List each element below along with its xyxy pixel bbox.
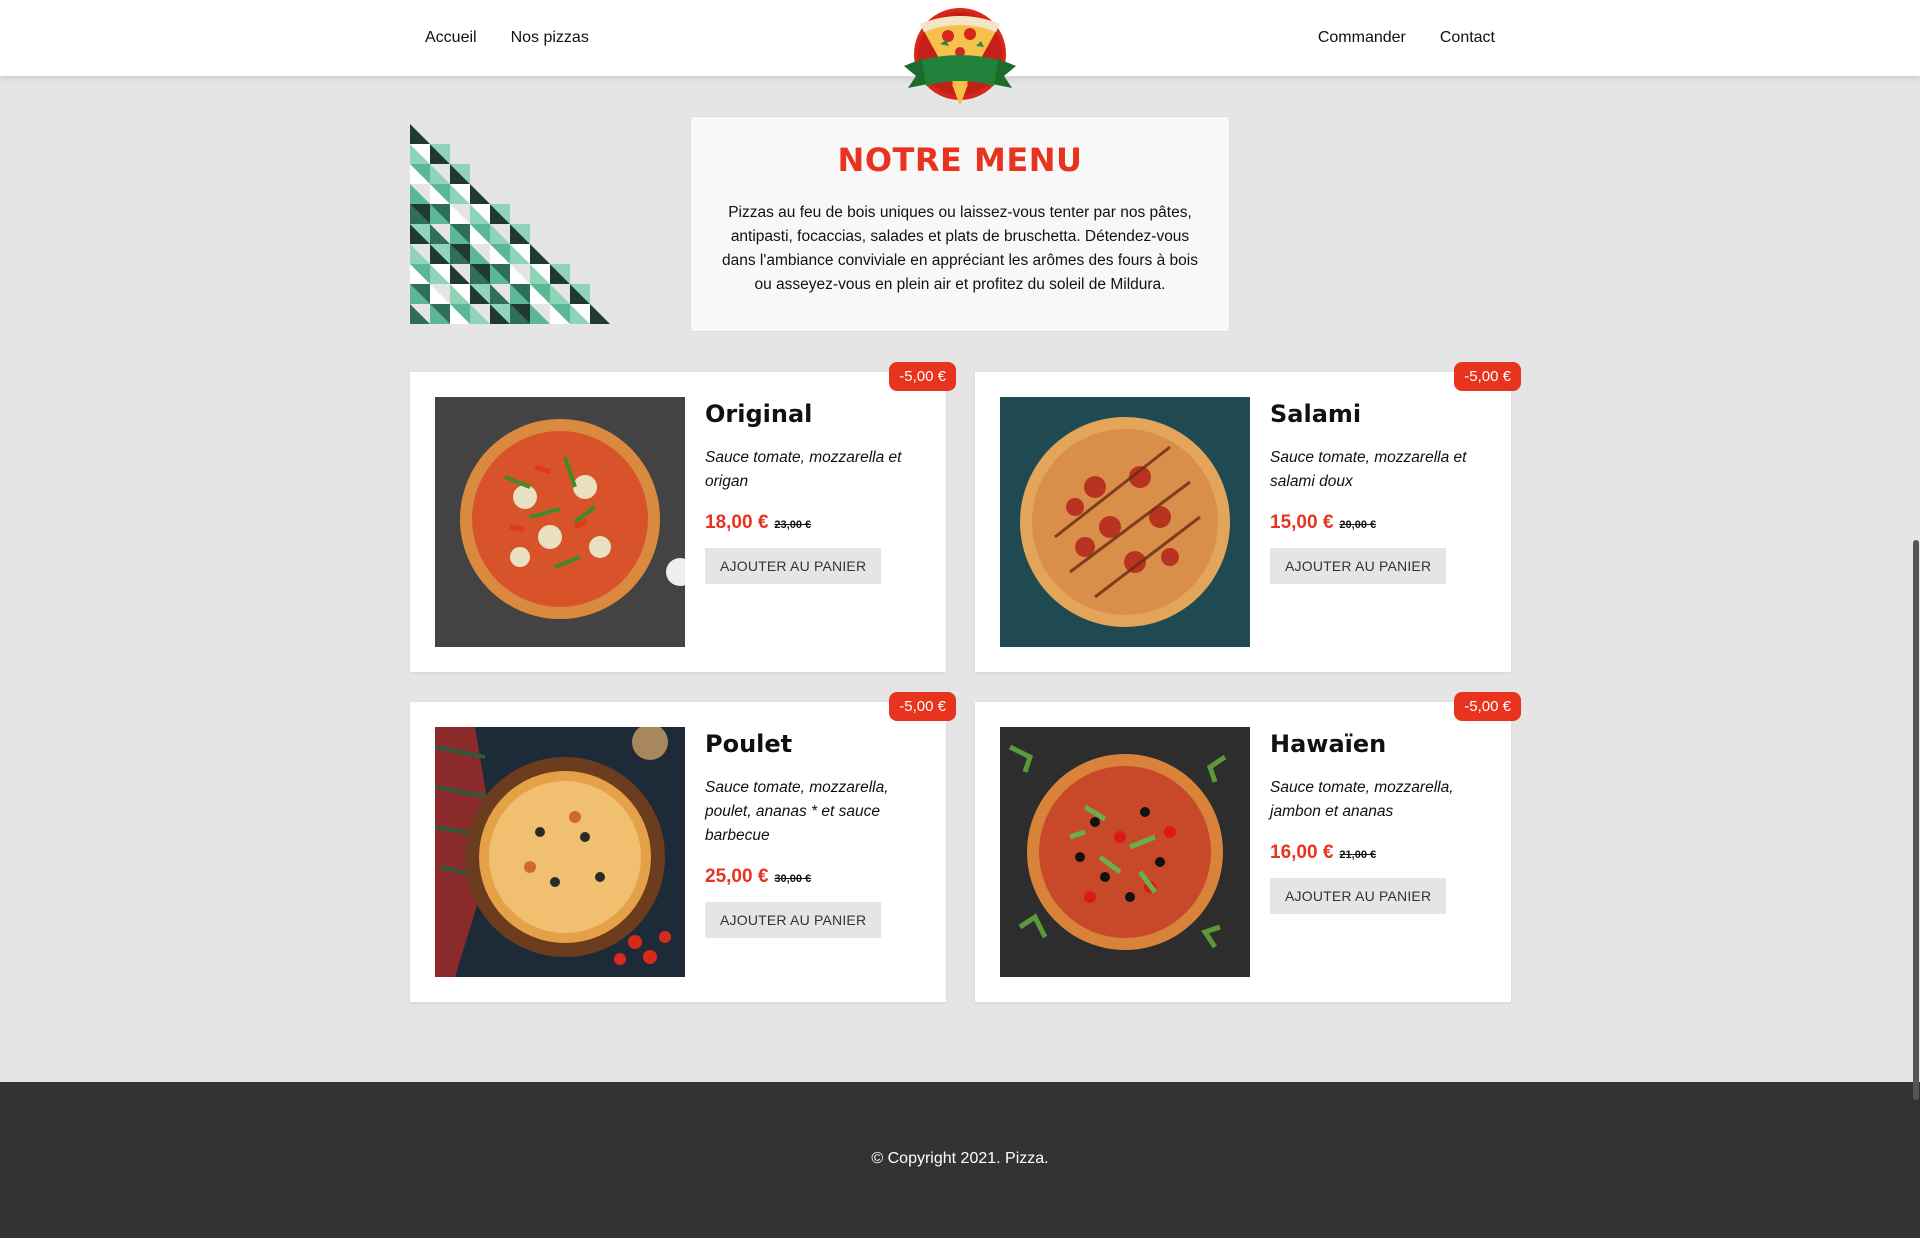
decorative-triangle-pattern: [410, 124, 610, 324]
nav-link-accueil[interactable]: Accueil: [425, 29, 477, 47]
add-to-cart-button[interactable]: AJOUTER AU PANIER: [705, 902, 882, 938]
discount-badge: -5,00 €: [889, 692, 956, 721]
nav-link-commander[interactable]: Commander: [1318, 29, 1406, 47]
pizza-old-price: 30,00 €: [774, 873, 812, 885]
pizza-image-salami: [1000, 397, 1250, 647]
page-scrollbar[interactable]: [1910, 0, 1920, 1238]
pizza-price: 15,00 €: [1270, 512, 1334, 533]
add-to-cart-button[interactable]: AJOUTER AU PANIER: [1270, 548, 1447, 584]
card-body: Original Sauce tomate, mozzarella et ori…: [705, 400, 925, 584]
pizza-name: Hawaïen: [1270, 730, 1387, 758]
pizza-price: 18,00 €: [705, 512, 769, 533]
pizza-description: Sauce tomate, mozzarella, jambon et anan…: [1270, 779, 1454, 820]
card-body: Hawaïen Sauce tomate, mozzarella, jambon…: [1270, 730, 1490, 914]
scrollbar-thumb[interactable]: [1913, 540, 1919, 1100]
pizza-old-price: 21,00 €: [1339, 849, 1377, 861]
pizza-name: Original: [705, 400, 813, 428]
page-title: NOTRE MENU: [837, 141, 1083, 179]
pizza-logo[interactable]: [900, 6, 1020, 114]
card-body: Salami Sauce tomate, mozzarella et salam…: [1270, 400, 1490, 584]
menu-intro: NOTRE MENU Pizzas au feu de bois uniques…: [690, 116, 1230, 332]
pizza-description: Sauce tomate, mozzarella, poulet, ananas…: [705, 779, 889, 844]
pizza-image-original: [435, 397, 685, 647]
pizza-image-hawaien: [1000, 727, 1250, 977]
add-to-cart-button[interactable]: AJOUTER AU PANIER: [705, 548, 882, 584]
pizza-name: Poulet: [705, 730, 793, 758]
pizza-old-price: 23,00 €: [774, 519, 812, 531]
discount-badge: -5,00 €: [1454, 362, 1521, 391]
copyright-text: © Copyright 2021. Pizza.: [871, 1150, 1049, 1167]
pizza-description: Sauce tomate, mozzarella et salami doux: [1270, 449, 1467, 490]
price-row: 16,00 € 21,00 €: [1270, 842, 1490, 864]
price-row: 18,00 € 23,00 €: [705, 512, 925, 534]
pizza-name: Salami: [1270, 400, 1362, 428]
pizza-card-salami: -5,00 € Salami Sauce tomate, mozzarella …: [975, 362, 1521, 672]
add-to-cart-button[interactable]: AJOUTER AU PANIER: [1270, 878, 1447, 914]
intro-description: Pizzas au feu de bois uniques ou laissez…: [722, 204, 1198, 293]
discount-badge: -5,00 €: [1454, 692, 1521, 721]
nav-right: Commander Contact: [1318, 0, 1495, 76]
pizza-card-original: -5,00 € Original Sauce tomate, mozzarell…: [410, 362, 956, 672]
pizza-card-hawaien: -5,00 € Hawaïen Sauce tomate, mozzarella…: [975, 692, 1521, 1002]
card-body: Poulet Sauce tomate, mozzarella, poulet,…: [705, 730, 925, 938]
price-row: 15,00 € 20,00 €: [1270, 512, 1490, 534]
price-row: 25,00 € 30,00 €: [705, 866, 925, 888]
nav-left: Accueil Nos pizzas: [425, 0, 589, 76]
pizza-old-price: 20,00 €: [1339, 519, 1377, 531]
discount-badge: -5,00 €: [889, 362, 956, 391]
pizza-card-poulet: -5,00 € Poulet Sauce tomate, mozzarella,…: [410, 692, 956, 1002]
nav-link-contact[interactable]: Contact: [1440, 29, 1495, 47]
pizza-price: 25,00 €: [705, 866, 769, 887]
pizza-image-poulet: [435, 727, 685, 977]
pizza-description: Sauce tomate, mozzarella et origan: [705, 449, 902, 490]
site-footer: © Copyright 2021. Pizza.: [0, 1082, 1920, 1238]
pizza-price: 16,00 €: [1270, 842, 1334, 863]
nav-link-nos-pizzas[interactable]: Nos pizzas: [511, 29, 589, 47]
